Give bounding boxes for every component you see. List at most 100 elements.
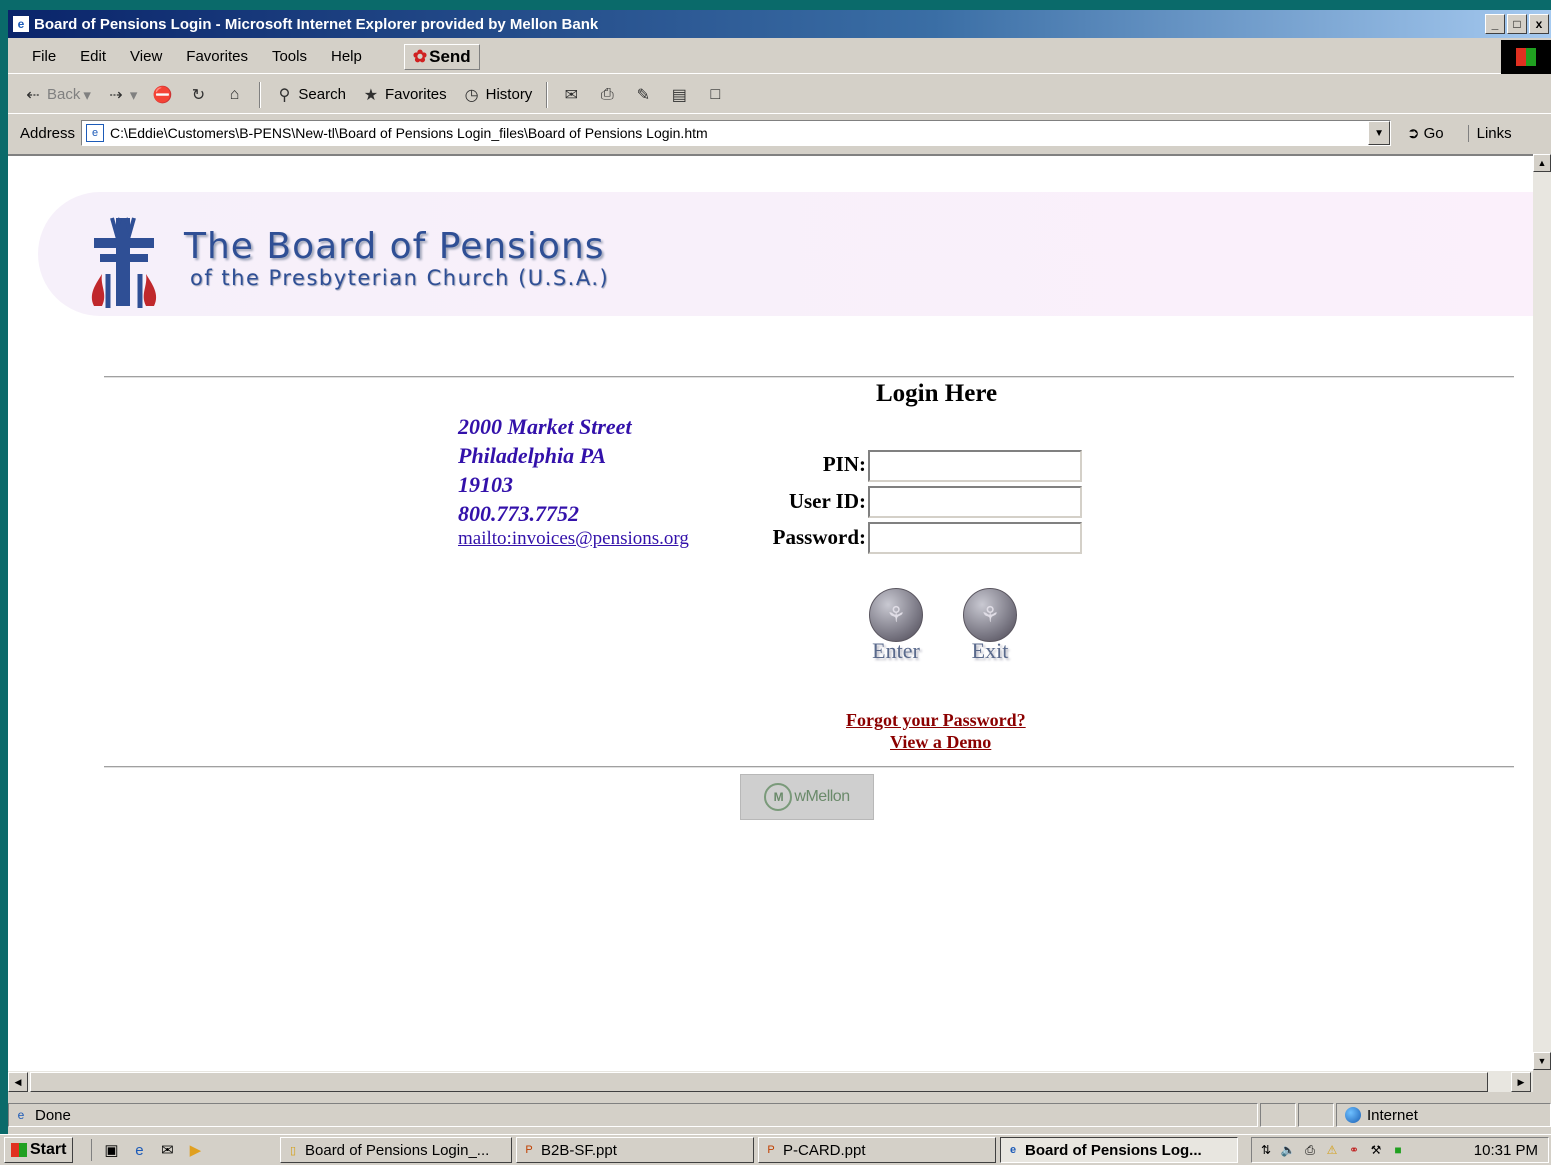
contact-address: 2000 Market Street Philadelphia PA 19103… [458, 412, 632, 528]
messenger-icon[interactable]: □ [704, 84, 726, 106]
standard-toolbar: ⇠ Back ▾ ⇢ ▾ ⛔ ↻ ⌂ ⚲ Search ★ Favorites … [8, 76, 1551, 114]
edit-icon[interactable]: ✎ [632, 84, 654, 106]
window-controls: _ □ x [1485, 14, 1549, 34]
status-pane-1 [1260, 1103, 1296, 1127]
powerpoint-icon: P [525, 1144, 533, 1156]
internet-globe-icon [1345, 1107, 1361, 1123]
links-button[interactable]: Links [1467, 124, 1512, 142]
title-bar[interactable]: e Board of Pensions Login - Microsoft In… [8, 10, 1551, 38]
ie-launch-icon[interactable]: e [128, 1139, 150, 1161]
scroll-right-icon[interactable]: ▶ [1511, 1072, 1531, 1092]
link-icon[interactable]: ⚭ [1346, 1142, 1362, 1158]
menu-favorites[interactable]: Favorites [174, 48, 260, 65]
tools-icon[interactable]: ⚒ [1368, 1142, 1384, 1158]
home-icon[interactable]: ⌂ [223, 84, 245, 106]
top-divider [104, 376, 1514, 378]
task-ie-window[interactable]: e Board of Pensions Log... [1000, 1137, 1238, 1163]
favorites-button[interactable]: ★ Favorites [360, 84, 447, 106]
refresh-icon[interactable]: ↻ [187, 84, 209, 106]
mellon-badge-text: wMellon [794, 788, 850, 805]
org-name: The Board of Pensions [184, 226, 605, 267]
window-title: Board of Pensions Login - Microsoft Inte… [34, 15, 599, 33]
task-b2b-ppt[interactable]: P B2B-SF.ppt [516, 1137, 754, 1163]
search-label: Search [298, 86, 346, 103]
menu-tools[interactable]: Tools [260, 48, 319, 65]
outlook-launch-icon[interactable]: ✉ [156, 1139, 178, 1161]
address-input[interactable]: e C:\Eddie\Customers\B-PENS\New-tl\Board… [81, 120, 1392, 146]
menu-edit[interactable]: Edit [68, 48, 118, 65]
status-text: Done [35, 1106, 71, 1124]
mail-icon[interactable]: ✉ [560, 84, 582, 106]
history-button[interactable]: ◷ History [461, 84, 533, 106]
minimize-button[interactable]: _ [1485, 14, 1505, 34]
scroll-up-icon[interactable]: ▲ [1533, 154, 1551, 172]
scroll-left-icon[interactable]: ◀ [8, 1072, 28, 1092]
back-arrow-icon: ⇠ [26, 86, 40, 104]
page-viewport: The Board of Pensions of the Presbyteria… [8, 154, 1533, 1070]
windows-logo-icon [11, 1143, 27, 1157]
bottom-divider [104, 766, 1514, 768]
view-demo-link[interactable]: View a Demo [890, 732, 991, 753]
folder-icon: ▯ [289, 1144, 297, 1157]
go-button[interactable]: ➲ Go [1407, 124, 1444, 143]
address-url: C:\Eddie\Customers\B-PENS\New-tl\Board o… [110, 125, 708, 141]
menu-bar: File Edit View Favorites Tools Help ✿ Se… [8, 40, 1551, 74]
presbyterian-seal-icon [91, 217, 157, 308]
zip-line: 19103 [458, 472, 513, 497]
warning-icon[interactable]: ⚠ [1324, 1142, 1340, 1158]
browser-window: e Board of Pensions Login - Microsoft In… [8, 10, 1551, 1134]
enter-label: Enter [872, 638, 920, 663]
network-icon[interactable]: ⇅ [1258, 1142, 1274, 1158]
maximize-button[interactable]: □ [1507, 14, 1527, 34]
status-pane-2 [1298, 1103, 1334, 1127]
exit-button[interactable]: ⚘ Exit [960, 588, 1020, 664]
close-button[interactable]: x [1529, 14, 1549, 34]
printer-icon[interactable]: ⎙ [1302, 1142, 1318, 1158]
forgot-password-link[interactable]: Forgot your Password? [846, 710, 1026, 731]
media-player-icon[interactable]: ▶ [184, 1139, 206, 1161]
task-folder-label: Board of Pensions Login_... [305, 1141, 490, 1159]
horizontal-scrollbar[interactable]: ◀ ▶ [8, 1070, 1533, 1092]
start-label: Start [30, 1141, 67, 1158]
discuss-icon[interactable]: ▤ [668, 84, 690, 106]
address-dropdown-icon[interactable]: ▼ [1368, 121, 1391, 145]
forward-arrow-icon: ⇢ [109, 86, 123, 104]
back-label: Back [47, 86, 81, 103]
volume-icon[interactable]: 🔈 [1280, 1142, 1296, 1158]
search-icon: ⚲ [278, 86, 291, 104]
menu-view[interactable]: View [118, 48, 174, 65]
exit-coin-icon: ⚘ [963, 588, 1017, 642]
menu-help[interactable]: Help [319, 48, 374, 65]
exit-label: Exit [971, 638, 1009, 663]
clock: 10:31 PM [1473, 1141, 1538, 1159]
menu-file[interactable]: File [20, 48, 68, 65]
status-bar: e Done Internet [8, 1100, 1551, 1130]
email-link[interactable]: mailto:invoices@pensions.org [458, 528, 689, 550]
mellon-logo-icon: M [764, 783, 793, 811]
show-desktop-icon[interactable]: ▣ [100, 1139, 122, 1161]
horizontal-scroll-thumb[interactable] [30, 1072, 1488, 1092]
start-button[interactable]: Start [4, 1137, 74, 1163]
task-pcard-label: P-CARD.ppt [783, 1141, 866, 1159]
app-tray-icon[interactable]: ■ [1390, 1142, 1406, 1158]
stop-icon[interactable]: ⛔ [151, 84, 173, 106]
pin-input[interactable] [868, 450, 1082, 482]
print-icon[interactable]: ⎙ [596, 84, 618, 106]
task-pcard-ppt[interactable]: P P-CARD.ppt [758, 1137, 996, 1163]
system-tray: ⇅ 🔈 ⎙ ⚠ ⚭ ⚒ ■ 10:31 PM [1251, 1137, 1549, 1163]
vertical-scrollbar[interactable]: ▲ ▼ [1533, 154, 1551, 1070]
login-title: Login Here [876, 380, 998, 407]
toolbar-separator [546, 81, 549, 108]
back-button[interactable]: ⇠ Back ▾ [22, 84, 91, 106]
task-b2b-label: B2B-SF.ppt [541, 1141, 617, 1159]
task-folder[interactable]: ▯ Board of Pensions Login_... [280, 1137, 512, 1163]
history-label: History [485, 86, 533, 103]
enter-button[interactable]: ⚘ Enter [866, 588, 926, 664]
forward-button[interactable]: ⇢ ▾ [105, 84, 137, 106]
password-input[interactable] [868, 522, 1082, 554]
userid-input[interactable] [868, 486, 1082, 518]
search-button[interactable]: ⚲ Search [273, 84, 346, 106]
scroll-down-icon[interactable]: ▼ [1533, 1052, 1551, 1070]
send-button[interactable]: ✿ Send [403, 43, 480, 70]
ie-page-icon: e [1009, 1144, 1017, 1156]
